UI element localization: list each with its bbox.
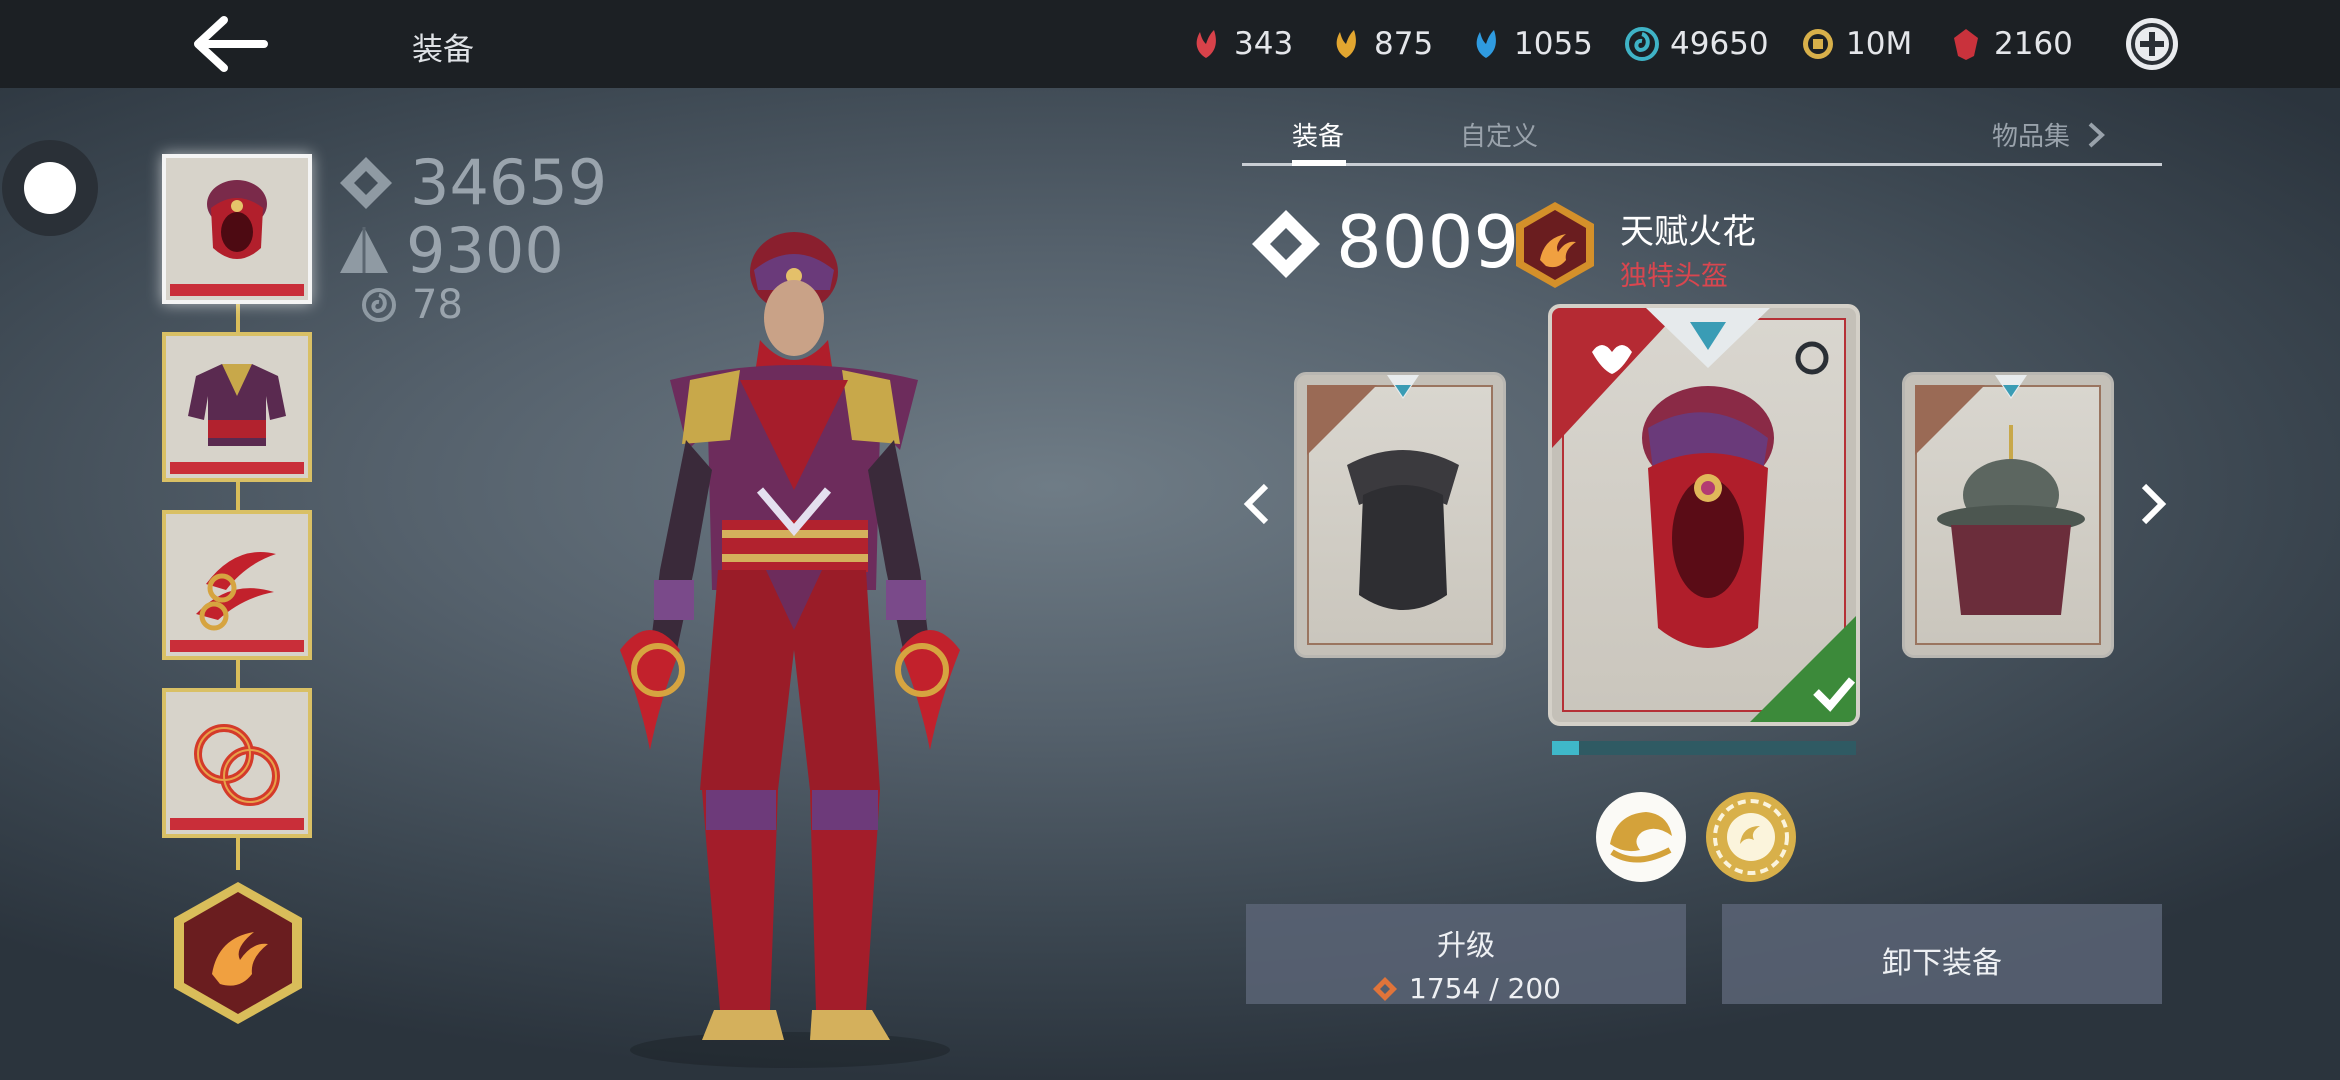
talent-badge-icon	[1516, 202, 1594, 288]
swirl-icon	[1625, 27, 1659, 61]
stat-defense-value: 9300	[406, 214, 564, 287]
coin-icon	[1803, 29, 1833, 59]
back-button[interactable]	[190, 14, 270, 74]
character-model[interactable]	[590, 230, 990, 1070]
ruby-icon	[1954, 29, 1978, 60]
slot-rarity-bar	[170, 818, 304, 830]
pyramid-icon	[340, 226, 388, 273]
diamond-shard-icon	[1373, 976, 1398, 1001]
blue-crystal-icon	[1476, 30, 1496, 58]
item-type: 独特头盔	[1620, 261, 1728, 292]
add-currency-button[interactable]	[2126, 18, 2178, 70]
wave-gem-icon	[1610, 812, 1672, 863]
talent-slot[interactable]	[168, 878, 308, 1028]
diamond-power-icon	[1252, 210, 1320, 278]
chevron-right-icon	[2141, 483, 2167, 525]
slot-ranged[interactable]	[162, 688, 312, 838]
slot-rarity-bar	[170, 640, 304, 652]
stat-spirit: 78	[360, 282, 463, 328]
stat-spirit-value: 78	[412, 282, 463, 328]
item-power-value: 8009	[1336, 200, 1520, 284]
chakram-thumbnail	[194, 724, 280, 806]
resource-value: 1055	[1514, 26, 1593, 62]
resource-red-crystal[interactable]: 343	[1188, 22, 1293, 66]
resource-value: 875	[1374, 26, 1434, 62]
resource-gold-crystal[interactable]: 875	[1328, 22, 1433, 66]
page-title: 装备	[412, 32, 474, 68]
turban-item-image	[1552, 308, 1856, 722]
hood-item-image	[1307, 375, 1459, 610]
unequip-button[interactable]: 卸下装备	[1722, 904, 2162, 1004]
item-card-left[interactable]	[1294, 372, 1506, 658]
helmet-item-image	[1915, 375, 2085, 615]
tab-equipment[interactable]: 装备	[1292, 116, 1344, 153]
gold-crystal-icon	[1336, 30, 1356, 58]
item-card-selected[interactable]	[1548, 304, 1860, 726]
carousel-prev-button[interactable]	[1236, 474, 1276, 534]
resource-ruby[interactable]: 2160	[1948, 22, 2073, 66]
swirl-stat-icon	[362, 288, 396, 322]
gem-slot-1[interactable]	[1596, 792, 1686, 882]
chevron-left-icon	[1243, 483, 1269, 525]
arrow-left-icon	[194, 16, 268, 72]
upgrade-label: 升级	[1436, 928, 1495, 962]
chevron-right-icon	[2088, 122, 2105, 147]
gem-slot-2[interactable]	[1706, 792, 1796, 882]
toggle-dot	[24, 162, 76, 214]
tab-collection[interactable]: 物品集	[1992, 116, 2106, 153]
item-progress-fill	[1552, 741, 1580, 755]
upgrade-cost: 1754 / 200	[1246, 972, 1686, 1005]
resource-value: 49650	[1670, 26, 1769, 62]
carousel-next-button[interactable]	[2134, 474, 2174, 534]
view-toggle-button[interactable]	[2, 140, 98, 236]
resource-value: 2160	[1994, 26, 2073, 62]
flame-talent-icon	[174, 882, 302, 1024]
slot-helmet[interactable]	[162, 154, 312, 304]
stat-power-value: 34659	[410, 146, 608, 219]
slot-weapon[interactable]	[162, 510, 312, 660]
slot-rarity-bar	[170, 284, 304, 296]
plus-icon	[2131, 23, 2173, 65]
red-crystal-icon	[1196, 30, 1216, 58]
tab-active-indicator	[1292, 160, 1346, 166]
stat-power: 34659	[336, 146, 607, 219]
upgrade-button[interactable]: 升级 1754 / 200	[1246, 904, 1686, 1005]
armor-thumbnail	[188, 364, 286, 446]
resource-blue-crystal[interactable]: 1055	[1468, 22, 1593, 66]
tab-custom[interactable]: 自定义	[1460, 116, 1538, 153]
upgrade-cost-value: 1754 / 200	[1409, 972, 1561, 1005]
stat-defense: 9300	[336, 214, 564, 287]
tab-underline	[1242, 163, 2162, 166]
resource-swirl[interactable]: 49650	[1624, 22, 1769, 66]
turban-helmet-thumbnail	[207, 180, 267, 259]
resource-value: 343	[1234, 26, 1294, 62]
sun-gem-icon	[1713, 799, 1789, 875]
slot-rarity-bar	[170, 462, 304, 474]
claws-thumbnail	[196, 552, 276, 631]
item-progress-bar	[1552, 741, 1856, 755]
resource-value: 10M	[1846, 26, 1913, 62]
resource-coin[interactable]: 10M	[1800, 22, 1912, 66]
item-card-right[interactable]	[1902, 372, 2114, 658]
slot-armor[interactable]	[162, 332, 312, 482]
top-bar: 装备 343 875 1055 49650 10M 2160	[0, 0, 2340, 88]
unequip-label: 卸下装备	[1882, 946, 2002, 981]
diamond-power-icon	[340, 156, 392, 209]
tab-collection-label: 物品集	[1992, 122, 2071, 152]
item-name: 天赋火花	[1620, 212, 1756, 252]
